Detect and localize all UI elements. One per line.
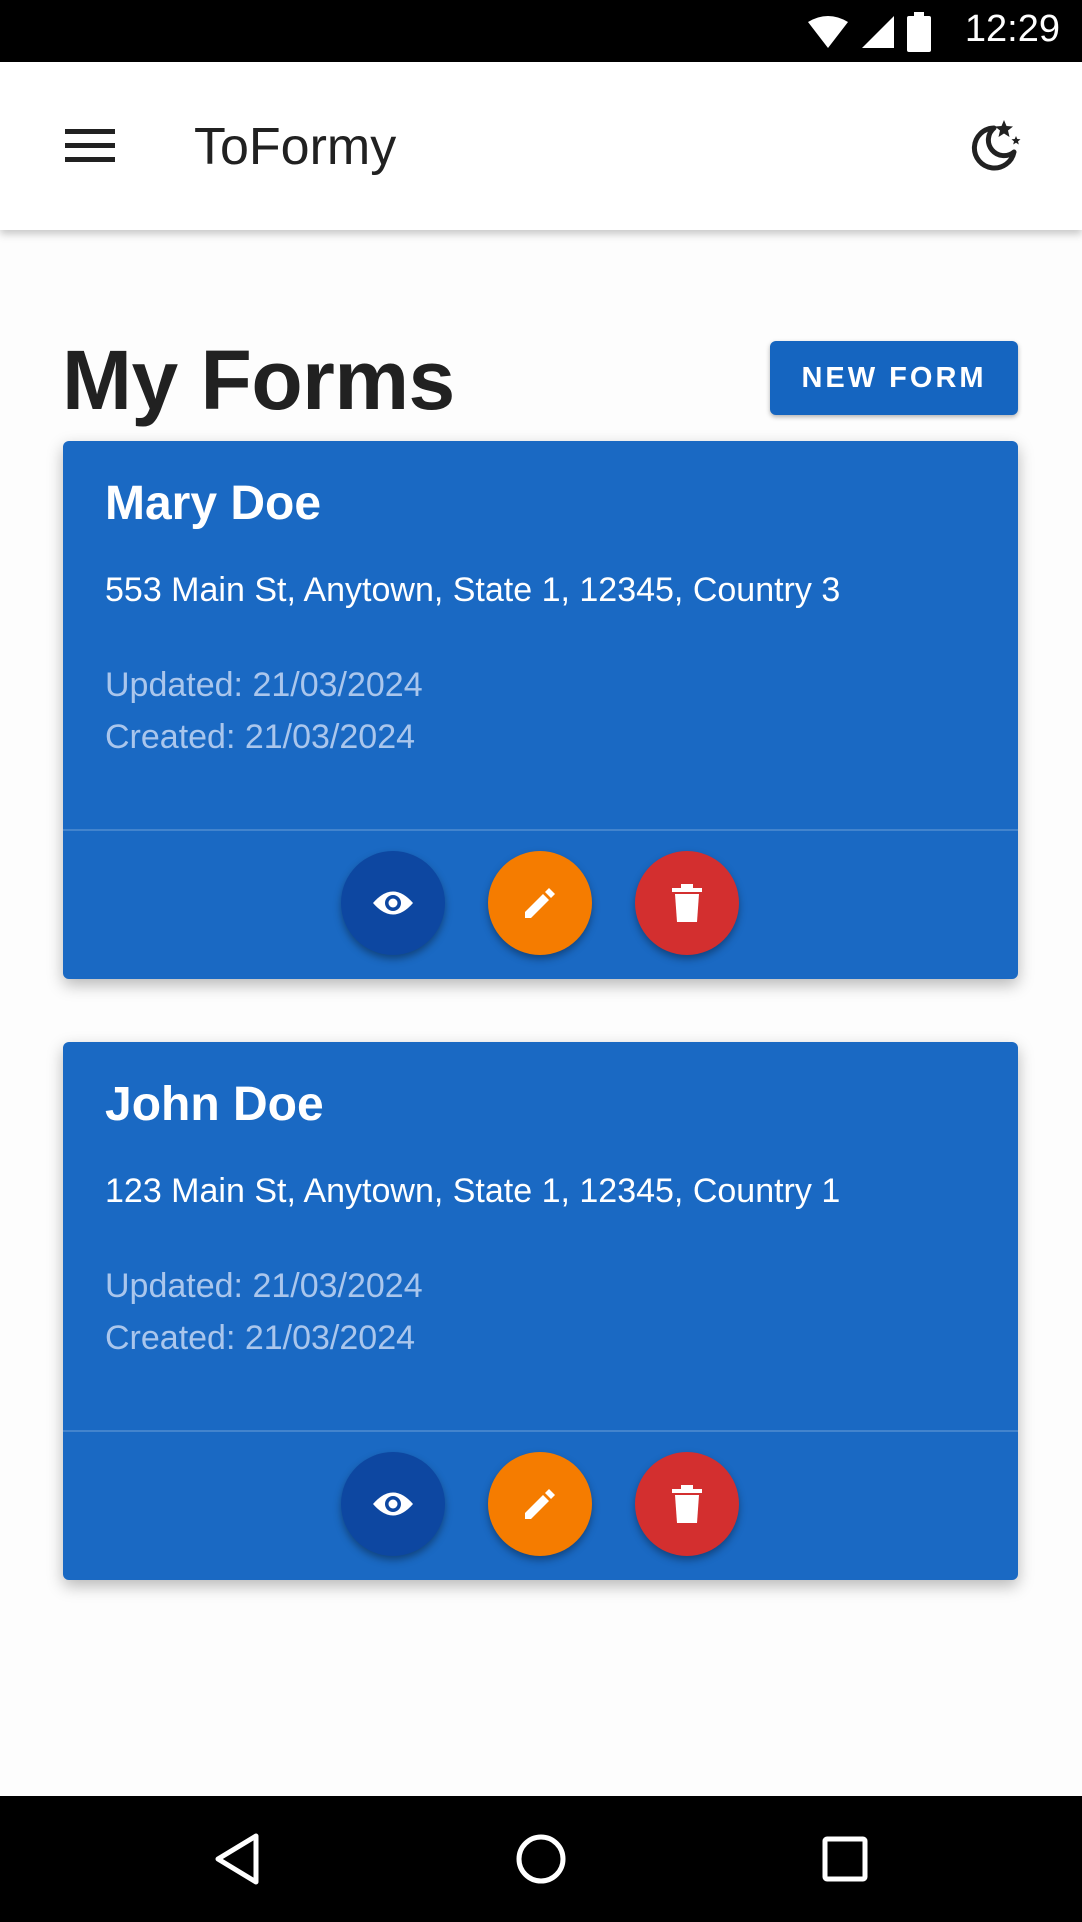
menu-icon	[65, 129, 115, 162]
form-card: Mary Doe 553 Main St, Anytown, State 1, …	[63, 441, 1018, 979]
form-address: 553 Main St, Anytown, State 1, 12345, Co…	[105, 571, 841, 609]
edit-icon	[525, 888, 555, 918]
home-icon	[516, 1834, 566, 1884]
view-form-button[interactable]	[341, 851, 445, 955]
dark-mode-icon	[971, 120, 1021, 171]
edit-form-button[interactable]	[488, 851, 592, 955]
delete-icon	[672, 884, 702, 922]
nav-home-button[interactable]	[506, 1824, 576, 1894]
form-updated-date: Updated: 21/03/2024	[105, 1267, 423, 1305]
app-title: ToFormy	[194, 118, 397, 176]
form-name: Mary Doe	[105, 477, 322, 530]
nav-back-button[interactable]	[202, 1824, 272, 1894]
menu-button[interactable]	[58, 114, 122, 178]
recents-icon	[822, 1836, 868, 1882]
page-title: My Forms	[62, 333, 455, 427]
status-bar: 12:29	[0, 0, 1082, 62]
delete-form-button[interactable]	[635, 851, 739, 955]
form-created-date: Created: 21/03/2024	[105, 1319, 416, 1357]
form-card: John Doe 123 Main St, Anytown, State 1, …	[63, 1042, 1018, 1580]
edit-icon	[525, 1489, 555, 1519]
edit-form-button[interactable]	[488, 1452, 592, 1556]
back-icon	[215, 1833, 259, 1885]
view-form-button[interactable]	[341, 1452, 445, 1556]
new-form-button[interactable]: NEW FORM	[770, 341, 1018, 415]
battery-icon	[907, 12, 931, 52]
system-nav-bar	[0, 1796, 1082, 1922]
delete-form-button[interactable]	[635, 1452, 739, 1556]
delete-icon	[672, 1485, 702, 1523]
status-time: 12:29	[964, 8, 1060, 50]
form-updated-date: Updated: 21/03/2024	[105, 666, 423, 704]
app-bar: ToFormy	[0, 62, 1082, 230]
wifi-icon	[808, 16, 848, 48]
view-icon	[373, 891, 413, 915]
form-address: 123 Main St, Anytown, State 1, 12345, Co…	[105, 1172, 841, 1210]
form-name: John Doe	[105, 1078, 324, 1131]
view-icon	[373, 1492, 413, 1516]
signal-icon	[862, 16, 894, 48]
card-actions	[63, 1430, 1018, 1580]
status-icons	[806, 12, 932, 52]
nav-recents-button[interactable]	[810, 1824, 880, 1894]
form-created-date: Created: 21/03/2024	[105, 718, 416, 756]
theme-toggle-button[interactable]	[962, 114, 1026, 178]
card-actions	[63, 829, 1018, 979]
